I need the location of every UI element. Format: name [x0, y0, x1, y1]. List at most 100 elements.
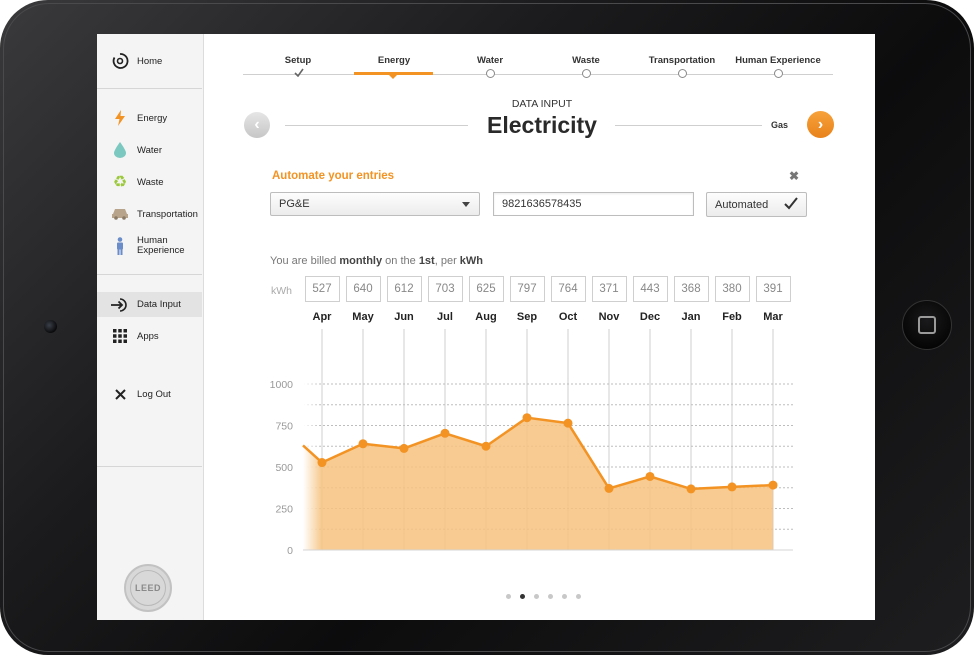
data-point-mar	[768, 480, 778, 490]
step-dot-marker	[678, 69, 687, 78]
page-title: Electricity	[487, 112, 597, 138]
step-human-experience[interactable]: Human Experience	[730, 55, 826, 78]
step-setup[interactable]: Setup	[250, 55, 346, 78]
data-point-apr	[317, 458, 327, 468]
page-dot[interactable]	[548, 594, 553, 599]
kwh-input-aug[interactable]: 625	[468, 276, 504, 302]
sidebar-item-energy[interactable]: Energy	[97, 106, 202, 130]
page-dot[interactable]	[506, 594, 511, 599]
data-input-icon	[111, 297, 129, 312]
y-tick-label: 0	[287, 545, 293, 557]
sidebar: Home Energy Water ♻ Waste Transportation…	[97, 34, 204, 620]
sidebar-item-home[interactable]: Home	[97, 48, 202, 74]
billing-prefix: You are billed	[270, 255, 340, 267]
sidebar-item-transportation[interactable]: Transportation	[97, 202, 202, 226]
step-energy[interactable]: Energy	[346, 55, 442, 66]
step-dot-marker	[582, 69, 591, 78]
step-dot	[582, 69, 591, 78]
month-label: Aug	[475, 311, 497, 323]
step-label: Setup	[284, 55, 312, 66]
sidebar-item-label: Apps	[137, 330, 159, 342]
kwh-input-mar[interactable]: 391	[755, 276, 791, 302]
previous-button[interactable]: ‹	[244, 112, 270, 138]
home-hardware-button[interactable]	[902, 300, 952, 350]
sidebar-item-data-input[interactable]: Data Input	[97, 292, 202, 317]
kwh-input-feb[interactable]: 380	[714, 276, 750, 302]
step-transportation[interactable]: Transportation	[634, 55, 730, 78]
data-point-jan	[686, 484, 696, 494]
page-dot[interactable]	[562, 594, 567, 599]
kwh-input-jun[interactable]: 612	[386, 276, 422, 302]
kwh-input-oct[interactable]: 764	[550, 276, 586, 302]
month-label: Oct	[558, 311, 578, 323]
lightning-icon	[111, 110, 129, 126]
month-label: Mar	[763, 311, 783, 323]
step-label: Human Experience	[735, 55, 821, 66]
kwh-input-jul[interactable]: 703	[427, 276, 463, 302]
y-tick-label: 1000	[270, 379, 294, 391]
close-automate-button[interactable]: ✖	[789, 169, 799, 183]
kwh-input-jan[interactable]: 368	[673, 276, 709, 302]
leed-seal: LEED	[130, 570, 166, 606]
billing-unit: kWh	[459, 255, 484, 267]
sidebar-item-human-experience[interactable]: Human Experience	[97, 232, 202, 260]
billing-day: 1st	[418, 255, 435, 267]
page-dot[interactable]	[520, 594, 525, 599]
sidebar-item-apps[interactable]: Apps	[97, 324, 202, 348]
usage-area	[303, 417, 773, 550]
sidebar-divider	[97, 88, 202, 89]
sidebar-item-label: Human Experience	[137, 235, 185, 256]
sidebar-item-water[interactable]: Water	[97, 138, 202, 162]
data-point-aug	[481, 441, 491, 451]
page-subtitle: DATA INPUT	[511, 98, 573, 110]
data-point-sep	[522, 413, 532, 423]
month-label: Nov	[598, 311, 620, 323]
chevron-left-icon: ‹	[254, 116, 260, 133]
step-label: Water	[476, 55, 504, 66]
billing-suffix: , per	[434, 255, 460, 267]
step-label: Energy	[377, 55, 411, 66]
sidebar-item-label: Waste	[137, 176, 164, 188]
account-number-input[interactable]	[493, 192, 694, 216]
person-icon	[111, 237, 129, 255]
sidebar-divider	[97, 466, 202, 467]
kwh-input-dec[interactable]: 443	[632, 276, 668, 302]
automated-button-label: Automated	[715, 198, 769, 211]
month-label: Jan	[681, 311, 701, 323]
month-label: May	[352, 311, 374, 323]
sidebar-item-logout[interactable]: Log Out	[97, 382, 202, 406]
billing-frequency: monthly	[339, 255, 383, 267]
kwh-input-sep[interactable]: 797	[509, 276, 545, 302]
page-dot[interactable]	[576, 594, 581, 599]
car-icon	[111, 208, 129, 220]
app-screen: Home Energy Water ♻ Waste Transportation…	[97, 34, 875, 620]
header-line-right	[615, 125, 762, 126]
utility-select[interactable]: PG&E	[270, 192, 480, 216]
billing-info: You are billed monthly on the 1st, per k…	[270, 255, 483, 267]
kwh-input-apr[interactable]: 527	[304, 276, 340, 302]
month-label: Apr	[312, 311, 332, 323]
page-dot[interactable]	[534, 594, 539, 599]
close-icon	[111, 388, 129, 400]
progress-steps: Setup Energy Water Waste Transportation	[243, 34, 833, 84]
sidebar-item-waste[interactable]: ♻ Waste	[97, 170, 202, 194]
sidebar-divider	[97, 274, 202, 275]
step-waste[interactable]: Waste	[538, 55, 634, 78]
step-dot-marker	[486, 69, 495, 78]
sidebar-item-label: Log Out	[137, 388, 171, 400]
month-label: Sep	[516, 311, 538, 323]
step-water[interactable]: Water	[442, 55, 538, 78]
data-point-jul	[440, 428, 450, 438]
energy-usage-chart: 0 250 500 750 1000	[270, 329, 793, 557]
kwh-input-may[interactable]: 640	[345, 276, 381, 302]
area-fade	[303, 329, 321, 550]
data-point-dec	[645, 471, 655, 481]
automated-button[interactable]: Automated	[706, 192, 807, 217]
kwh-input-nov[interactable]: 371	[591, 276, 627, 302]
next-button[interactable]: ›	[807, 111, 834, 138]
y-tick-label: 500	[275, 462, 293, 474]
automate-heading: Automate your entries	[272, 170, 395, 182]
chevron-down-icon	[462, 202, 470, 207]
grid-icon	[111, 329, 129, 343]
water-drop-icon	[111, 142, 129, 158]
